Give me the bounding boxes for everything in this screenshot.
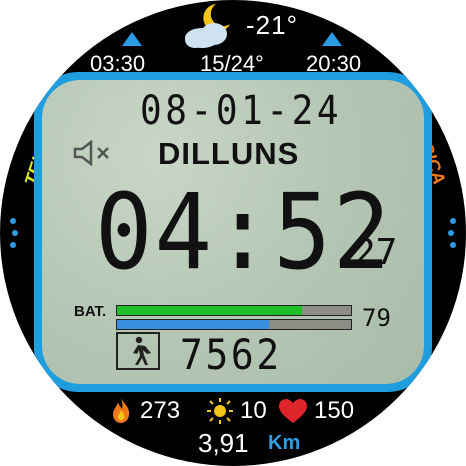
uv-index-value: 10 <box>240 397 267 424</box>
time-display: 04:52 <box>95 171 393 293</box>
secondary-bar-fill <box>117 320 270 329</box>
heart-icon <box>279 399 307 423</box>
steps-icon-box <box>116 332 160 370</box>
secondary-bar <box>116 319 352 330</box>
sun-icon <box>207 398 233 424</box>
sunset-arrow-icon <box>322 32 342 46</box>
calories-value: 273 <box>140 397 181 424</box>
speaker-muted-icon[interactable] <box>72 140 114 166</box>
walking-person-icon <box>133 336 151 365</box>
weather-temperature: -21° <box>246 10 298 40</box>
day-name: DILLUNS <box>158 136 300 171</box>
battery-bar-fill <box>117 306 302 315</box>
distance-unit: Km <box>268 432 301 454</box>
battery-label: BAT. <box>74 303 107 320</box>
battery-bar <box>116 305 352 316</box>
battery-percent: 79 <box>362 304 391 332</box>
date-display: 08-01-24 <box>140 88 343 134</box>
distance-value: 3,91 <box>198 428 249 458</box>
steps-count: 7562 <box>180 330 282 379</box>
watch-face: -21° 03:30 15/24° 20:30 TELF. MUSICA 08-… <box>0 0 466 466</box>
flame-icon <box>113 398 130 423</box>
sunrise-arrow-icon <box>122 32 142 46</box>
heart-rate-value: 150 <box>314 397 355 424</box>
moon-cloud-icon <box>185 4 230 48</box>
seconds-display: 27 <box>354 232 398 273</box>
